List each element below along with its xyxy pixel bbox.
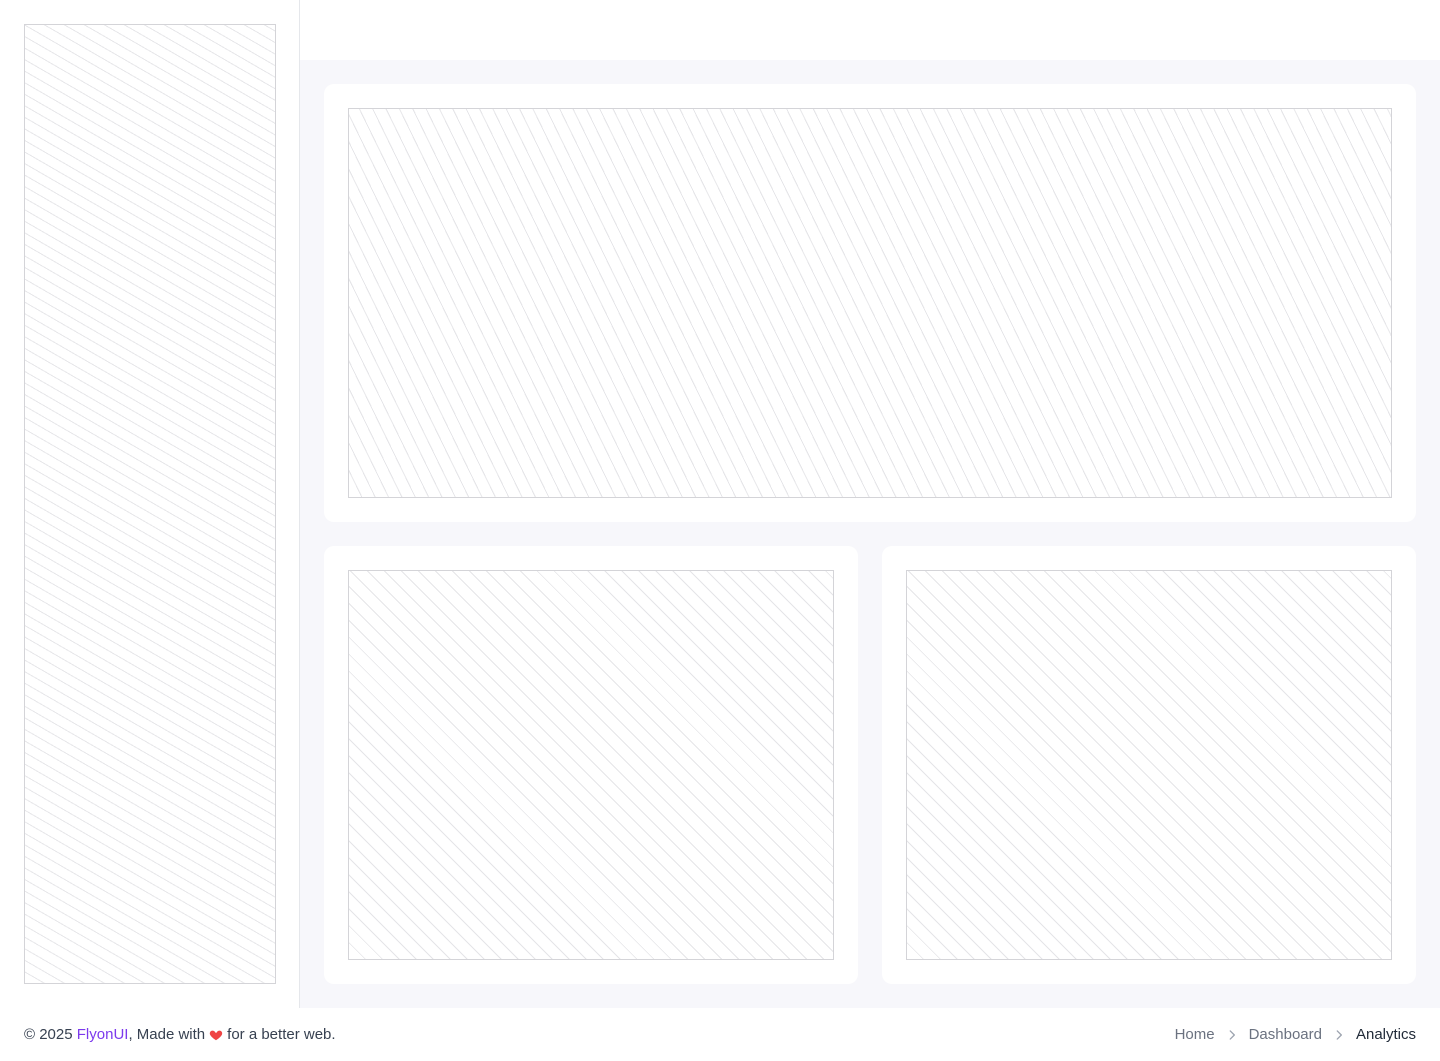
card-placeholder-bottom-left bbox=[348, 570, 834, 960]
breadcrumb-dashboard[interactable]: Dashboard bbox=[1249, 1026, 1322, 1043]
breadcrumb-analytics: Analytics bbox=[1355, 1026, 1416, 1043]
made-with-text: , Made with bbox=[128, 1026, 206, 1043]
copyright-text: © 2025 bbox=[24, 1026, 77, 1043]
breadcrumb: Home Dashboard Analytics bbox=[1175, 1026, 1416, 1043]
sidebar-placeholder bbox=[24, 24, 276, 984]
app-shell: © 2025 FlyonUI, Made with for a better w… bbox=[0, 0, 1440, 1061]
top-navbar bbox=[300, 0, 1440, 60]
content-card-bottom-right bbox=[882, 546, 1416, 984]
card-placeholder-bottom-right bbox=[906, 570, 1392, 960]
chevron-right-icon bbox=[1332, 1028, 1346, 1042]
brand-link[interactable]: FlyonUI bbox=[77, 1026, 129, 1043]
sidebar bbox=[0, 0, 300, 1008]
content-card-top bbox=[324, 84, 1416, 522]
card-placeholder-top bbox=[348, 108, 1392, 498]
content-card-bottom-left bbox=[324, 546, 858, 984]
heart-icon bbox=[209, 1028, 223, 1042]
main-content bbox=[300, 60, 1440, 1008]
breadcrumb-home[interactable]: Home bbox=[1175, 1026, 1215, 1043]
chevron-right-icon bbox=[1225, 1028, 1239, 1042]
footer: © 2025 FlyonUI, Made with for a better w… bbox=[0, 1008, 1440, 1061]
tagline-text: for a better web. bbox=[227, 1026, 336, 1043]
footer-credits: © 2025 FlyonUI, Made with for a better w… bbox=[24, 1026, 336, 1043]
